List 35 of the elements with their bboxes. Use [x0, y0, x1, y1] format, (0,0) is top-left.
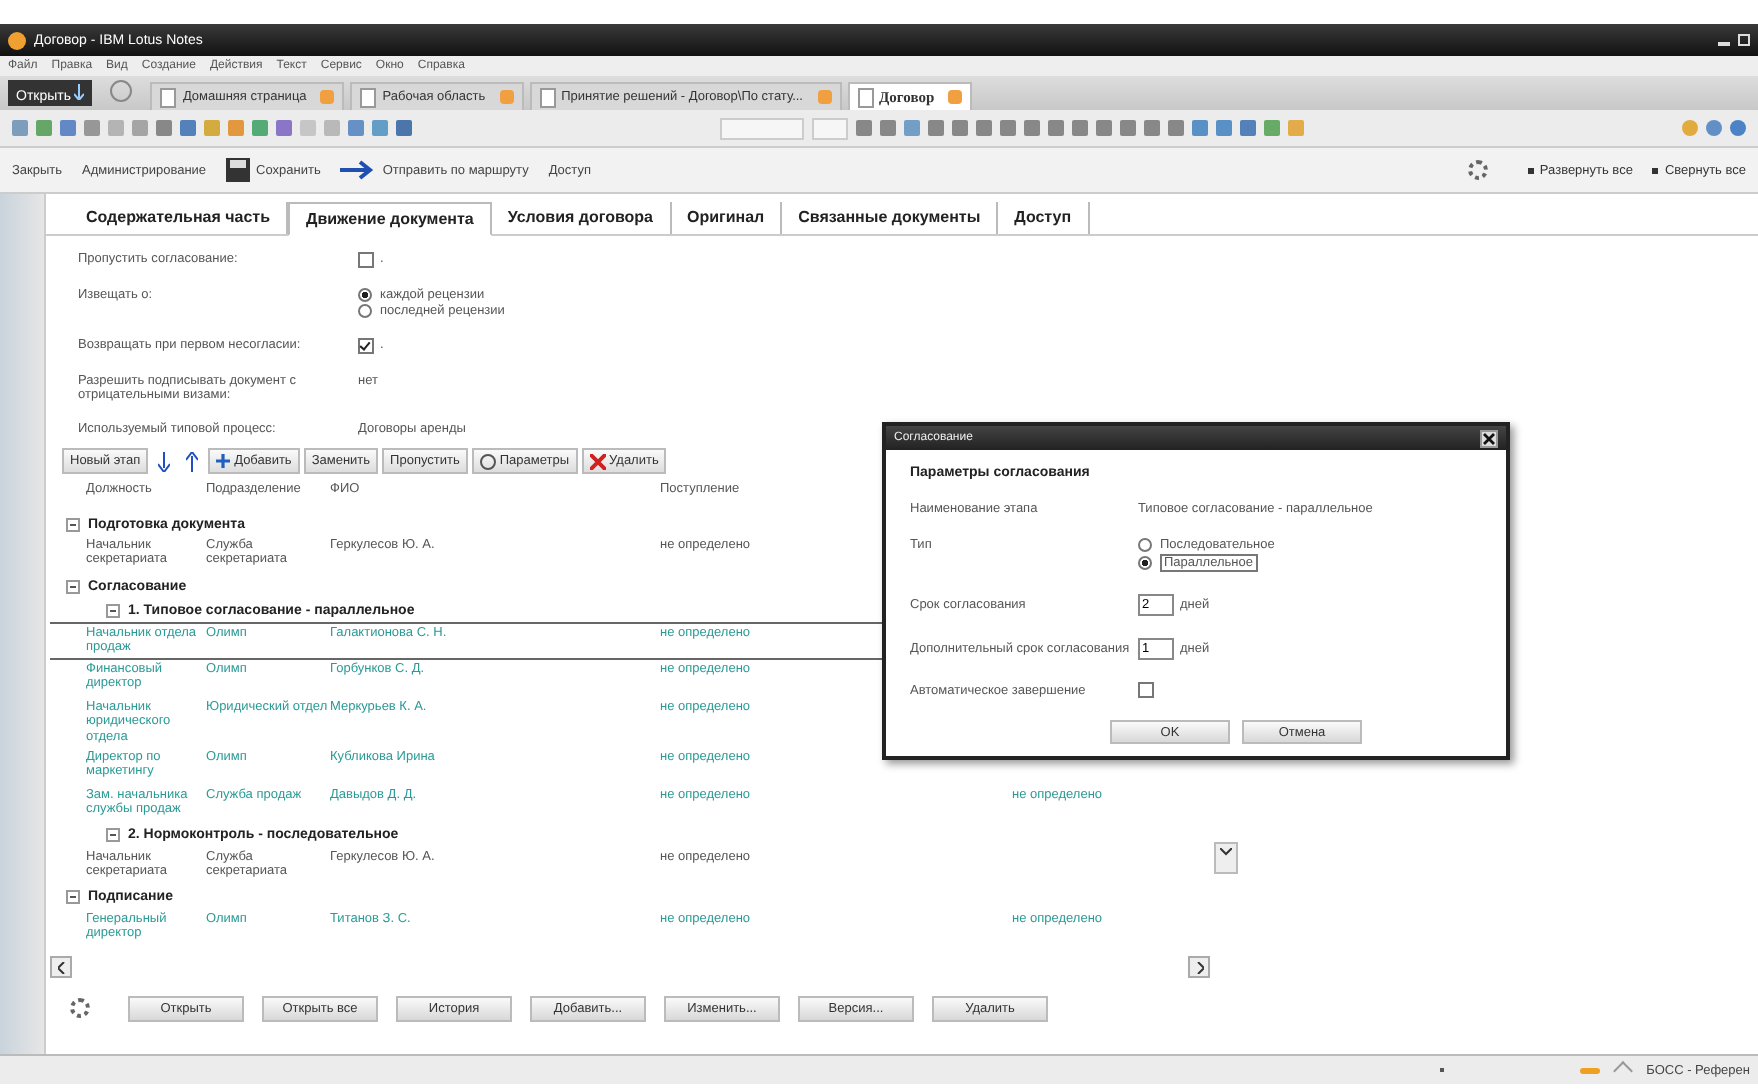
radio-button[interactable] [358, 304, 372, 318]
expand-toggle[interactable] [106, 603, 120, 617]
arrow-icon [340, 160, 377, 180]
font-dropdown[interactable] [720, 117, 804, 139]
chevron-down-icon [1220, 848, 1232, 856]
minimize-icon[interactable] [1718, 42, 1730, 46]
expand-toggle[interactable] [66, 890, 80, 905]
document-tab[interactable]: Оригинал [671, 202, 783, 234]
radio-button[interactable] [1138, 538, 1152, 552]
app-logo-icon [8, 31, 26, 49]
plus-icon [216, 454, 231, 468]
checkbox[interactable] [358, 338, 374, 354]
document-tab[interactable]: Движение документа [288, 202, 492, 236]
checkbox[interactable] [358, 252, 374, 268]
restore-icon[interactable] [1738, 34, 1750, 46]
radio-button[interactable] [1138, 556, 1152, 570]
expand-toggle[interactable] [66, 517, 80, 531]
chevron-left-icon [57, 961, 65, 974]
checkbox[interactable] [1138, 682, 1154, 698]
close-icon[interactable] [1480, 429, 1498, 447]
search-icon[interactable] [110, 80, 133, 102]
status-indicator-icon [1440, 1068, 1445, 1072]
document-tab[interactable]: Доступ [998, 202, 1090, 234]
scroll-right-button[interactable] [1188, 955, 1210, 978]
chevron-right-icon [1195, 961, 1203, 974]
scroll-down-button[interactable] [1214, 842, 1238, 874]
expand-toggle[interactable] [106, 828, 120, 843]
size-dropdown[interactable] [812, 117, 848, 139]
expand-toggle[interactable] [66, 579, 80, 593]
document-tab[interactable]: Условия договора [491, 202, 671, 234]
document-tab[interactable]: Связанные документы [782, 202, 999, 234]
scroll-left-button[interactable] [50, 955, 72, 978]
delete-icon [589, 453, 606, 469]
radio-button[interactable] [358, 288, 372, 302]
down-arrow-icon [74, 83, 85, 99]
